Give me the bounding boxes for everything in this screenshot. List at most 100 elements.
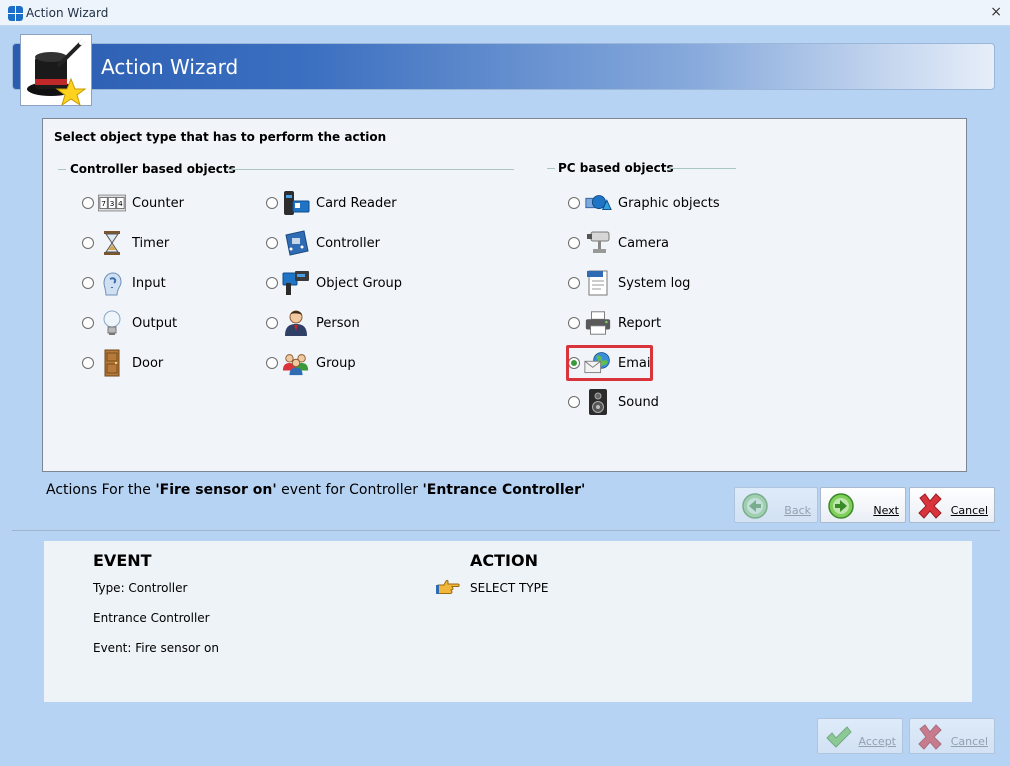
event-type: Type: Controller bbox=[93, 581, 188, 595]
next-button[interactable]: Next bbox=[820, 487, 906, 523]
event-object: Entrance Controller bbox=[93, 611, 210, 625]
radio-counter[interactable] bbox=[82, 197, 94, 209]
option-label: Door bbox=[132, 355, 164, 371]
option-card-reader[interactable]: Card Reader bbox=[266, 188, 397, 218]
option-label: Graphic objects bbox=[618, 195, 720, 211]
option-counter[interactable]: 734 Counter bbox=[82, 188, 184, 218]
info-middle: event for Controller bbox=[276, 482, 423, 498]
option-label: Report bbox=[618, 315, 662, 331]
controller-board-icon bbox=[282, 229, 310, 257]
controller-group-title: Controller based objects bbox=[70, 162, 236, 176]
option-label: Person bbox=[316, 315, 360, 331]
action-text: SELECT TYPE bbox=[470, 581, 549, 595]
selection-highlight bbox=[566, 345, 653, 381]
next-arrow-icon bbox=[828, 493, 854, 519]
option-label: Card Reader bbox=[316, 195, 397, 211]
radio-output[interactable] bbox=[82, 317, 94, 329]
cancel-x-icon bbox=[918, 724, 942, 750]
radio-object-group[interactable] bbox=[266, 277, 278, 289]
option-label: Output bbox=[132, 315, 178, 331]
speaker-icon bbox=[584, 388, 612, 416]
option-graphic-objects[interactable]: Graphic objects bbox=[568, 188, 720, 218]
close-icon[interactable]: × bbox=[990, 4, 1002, 20]
info-event-name: 'Fire sensor on' bbox=[155, 482, 277, 498]
app-grid-icon bbox=[8, 6, 23, 21]
back-arrow-icon bbox=[742, 493, 768, 519]
person-icon bbox=[282, 309, 310, 337]
section-separator bbox=[12, 530, 1000, 531]
radio-person[interactable] bbox=[266, 317, 278, 329]
info-controller-name: 'Entrance Controller' bbox=[422, 482, 586, 498]
cancel-x-icon bbox=[918, 493, 942, 519]
radio-camera[interactable] bbox=[568, 237, 580, 249]
event-heading: EVENT bbox=[93, 551, 152, 570]
counter-icon: 734 bbox=[98, 189, 126, 217]
bottom-cancel-button[interactable]: Cancel bbox=[909, 718, 995, 754]
pointing-hand-icon bbox=[436, 578, 460, 596]
banner-title: Action Wizard bbox=[101, 55, 239, 79]
option-object-group[interactable]: Object Group bbox=[266, 268, 402, 298]
people-group-icon bbox=[282, 349, 310, 377]
action-heading: ACTION bbox=[470, 551, 538, 570]
magic-hat-icon bbox=[20, 34, 92, 107]
event-name: Event: Fire sensor on bbox=[93, 641, 219, 655]
cancel-button[interactable]: Cancel bbox=[909, 487, 995, 523]
info-prefix: Actions For the bbox=[46, 482, 156, 498]
lightbulb-icon bbox=[98, 309, 126, 337]
option-output[interactable]: Output bbox=[82, 308, 177, 338]
event-info-line: Actions For the 'Fire sensor on' event f… bbox=[46, 482, 585, 498]
group-divider bbox=[668, 168, 736, 169]
option-sound[interactable]: Sound bbox=[568, 387, 659, 417]
radio-group[interactable] bbox=[266, 357, 278, 369]
option-system-log[interactable]: System log bbox=[568, 268, 690, 298]
radio-door[interactable] bbox=[82, 357, 94, 369]
hourglass-icon bbox=[98, 229, 126, 257]
option-label: Timer bbox=[132, 235, 170, 251]
object-group-icon bbox=[282, 269, 310, 297]
input-icon bbox=[98, 269, 126, 297]
radio-system-log[interactable] bbox=[568, 277, 580, 289]
option-timer[interactable]: Timer bbox=[82, 228, 169, 258]
camera-icon bbox=[584, 229, 612, 257]
svg-text:7: 7 bbox=[101, 199, 106, 208]
radio-timer[interactable] bbox=[82, 237, 94, 249]
panel-title: Select object type that has to perform t… bbox=[54, 130, 387, 144]
radio-report[interactable] bbox=[568, 317, 580, 329]
option-input[interactable]: Input bbox=[82, 268, 166, 298]
radio-controller[interactable] bbox=[266, 237, 278, 249]
option-controller[interactable]: Controller bbox=[266, 228, 380, 258]
radio-graphic-objects[interactable] bbox=[568, 197, 580, 209]
printer-icon bbox=[584, 309, 612, 337]
option-person[interactable]: Person bbox=[266, 308, 360, 338]
option-label: Controller bbox=[316, 235, 380, 251]
option-label: System log bbox=[618, 275, 691, 291]
option-camera[interactable]: Camera bbox=[568, 228, 669, 258]
option-label: Counter bbox=[132, 195, 184, 211]
option-label: Input bbox=[132, 275, 166, 291]
option-label: Camera bbox=[618, 235, 670, 251]
back-button[interactable]: Back bbox=[734, 487, 818, 523]
option-door[interactable]: Door bbox=[82, 348, 163, 378]
door-icon bbox=[98, 349, 126, 377]
title-bar: Action Wizard × bbox=[0, 0, 1010, 26]
svg-text:4: 4 bbox=[118, 199, 123, 208]
checkmark-icon bbox=[826, 726, 852, 748]
option-label: Sound bbox=[618, 394, 659, 410]
radio-sound[interactable] bbox=[568, 396, 580, 408]
radio-card-reader[interactable] bbox=[266, 197, 278, 209]
group-divider bbox=[547, 168, 555, 169]
system-log-icon bbox=[584, 269, 612, 297]
group-divider bbox=[228, 169, 514, 170]
option-group[interactable]: Group bbox=[266, 348, 356, 378]
option-label: Object Group bbox=[316, 275, 403, 291]
option-label: Group bbox=[316, 355, 356, 371]
card-reader-icon bbox=[282, 189, 310, 217]
pc-group-title: PC based objects bbox=[558, 161, 674, 175]
svg-text:3: 3 bbox=[110, 199, 115, 208]
radio-input[interactable] bbox=[82, 277, 94, 289]
option-report[interactable]: Report bbox=[568, 308, 661, 338]
group-divider bbox=[58, 169, 66, 170]
window-title: Action Wizard bbox=[26, 6, 109, 20]
graphic-objects-icon bbox=[584, 189, 612, 217]
accept-button[interactable]: Accept bbox=[817, 718, 903, 754]
